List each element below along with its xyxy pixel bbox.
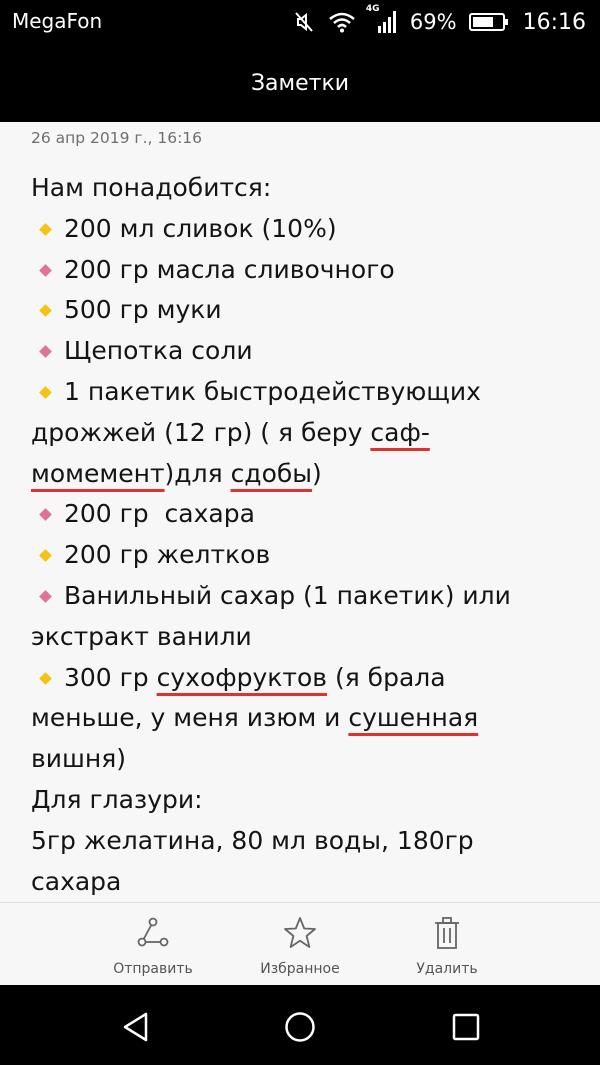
list-item: 200 мл сливок (10%): [31, 209, 576, 250]
yellow-diamond-bullet: [39, 304, 52, 318]
misspelled-word[interactable]: саф-: [370, 418, 429, 447]
note-line: Нам понадобится:: [31, 173, 272, 202]
navigation-bar: [0, 985, 600, 1065]
list-item: 300 гр сухофруктов (я брала: [31, 658, 576, 699]
list-item: 200 гр масла сливочного: [31, 250, 576, 291]
list-item: 1 пакетик быстродействующих: [31, 372, 576, 413]
list-item: Ванильный сахар (1 пакетик) или: [31, 576, 576, 617]
list-item-text: 200 гр сахара: [64, 499, 255, 529]
wifi-icon: [329, 12, 355, 33]
carrier-name: MegaFon: [12, 9, 103, 33]
list-item-text: Щепотка соли: [64, 336, 253, 366]
yellow-diamond-bullet: [39, 386, 52, 399]
recents-button[interactable]: [446, 1007, 486, 1047]
trash-icon: [429, 915, 465, 951]
list-item: 200 гр желтков: [31, 535, 576, 576]
mute-icon: [295, 12, 313, 32]
list-item-text: 200 мл сливок (10%): [64, 213, 337, 243]
note-text: (я брала: [327, 662, 446, 692]
star-icon: [282, 915, 318, 951]
note-date: 26 апр 2019 г., 16:16: [31, 129, 203, 147]
note-line: экстракт ванили: [31, 621, 252, 651]
list-item-text: 500 гр муки: [64, 295, 222, 325]
home-button[interactable]: [280, 1007, 320, 1047]
back-icon: [123, 1012, 148, 1042]
list-item: 200 гр сахара: [31, 494, 576, 535]
note-body[interactable]: Нам понадобится: 200 мл сливок (10%) 200…: [31, 168, 576, 902]
list-item-text: 200 гр масла сливочного: [64, 254, 395, 284]
share-icon: [135, 915, 171, 951]
pink-diamond-bullet: [39, 345, 52, 359]
note-line: меньше, у меня изюм и сушенная: [31, 698, 576, 739]
list-item-text: Ванильный сахар (1 пакетик) или: [64, 580, 511, 610]
list-item: 500 гр муки: [31, 290, 576, 331]
note-editor[interactable]: 26 апр 2019 г., 16:16 Нам понадобится: 2…: [0, 122, 600, 902]
yellow-diamond-bullet: [39, 671, 52, 685]
status-bar: MegaFon 4G 69% 16:16: [0, 0, 600, 44]
battery-percent: 69%: [409, 10, 457, 34]
note-line: сахара: [31, 866, 122, 896]
note-line: Для глазури:: [31, 784, 203, 814]
home-icon: [285, 1012, 315, 1042]
misspelled-word[interactable]: сушенная: [348, 703, 478, 732]
note-text: 300 гр: [64, 662, 157, 692]
note-text: ): [312, 458, 322, 488]
note-text: )для: [164, 458, 231, 488]
share-label: Отправить: [113, 961, 193, 977]
pink-diamond-bullet: [39, 263, 52, 277]
yellow-diamond-bullet: [39, 222, 52, 236]
misspelled-word[interactable]: сдобы: [231, 459, 312, 488]
network-type: 4G: [365, 4, 380, 14]
note-line: 5гр желатина, 80 мл воды, 180гр: [31, 825, 474, 855]
delete-button[interactable]: Удалить: [377, 903, 517, 986]
share-button[interactable]: Отправить: [83, 903, 223, 986]
status-icons: 4G 69% 16:16: [280, 4, 586, 36]
favorite-label: Избранное: [260, 961, 340, 977]
note-line: момемент)для сдобы): [31, 454, 576, 495]
back-button[interactable]: [116, 1007, 156, 1047]
misspelled-word[interactable]: момемент: [31, 459, 165, 488]
note-line: дрожжей (12 гр) ( я беру саф-: [31, 413, 576, 454]
misspelled-word[interactable]: сухофруктов: [157, 663, 327, 692]
signal-icon: 4G: [366, 4, 398, 35]
yellow-diamond-bullet: [39, 549, 52, 563]
note-text: дрожжей (12 гр) ( я беру: [31, 417, 371, 447]
note-line: вишня): [31, 744, 126, 774]
list-item-text: 1 пакетик быстродействующих: [64, 376, 481, 406]
app-header: Заметки: [0, 44, 600, 122]
page-title: Заметки: [250, 70, 350, 96]
note-text: меньше, у меня изюм и: [31, 703, 349, 733]
list-item: Щепотка соли: [31, 331, 576, 372]
action-bar: Отправить Избранное Удалить: [0, 902, 600, 985]
delete-label: Удалить: [416, 961, 478, 977]
recents-icon: [452, 1013, 480, 1041]
list-item-text: 200 гр желтков: [64, 540, 271, 570]
clock: 16:16: [522, 9, 586, 35]
battery-icon: [468, 13, 508, 31]
favorite-button[interactable]: Избранное: [230, 903, 370, 986]
pink-diamond-bullet: [39, 590, 52, 603]
pink-diamond-bullet: [39, 508, 52, 522]
